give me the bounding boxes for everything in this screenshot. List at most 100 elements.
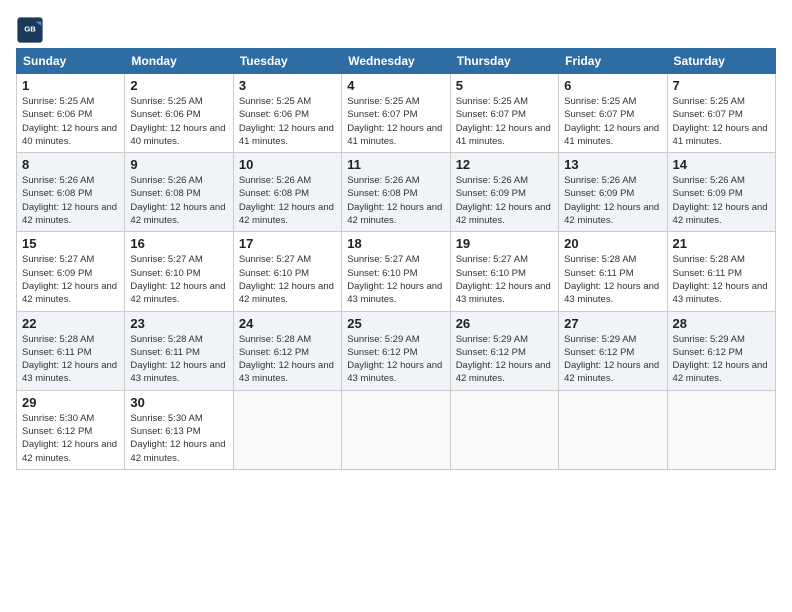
header: GB: [16, 16, 776, 44]
calendar-cell: 17 Sunrise: 5:27 AM Sunset: 6:10 PM Dayl…: [233, 232, 341, 311]
day-detail: Sunrise: 5:25 AM Sunset: 6:07 PM Dayligh…: [564, 95, 661, 148]
calendar-cell: 13 Sunrise: 5:26 AM Sunset: 6:09 PM Dayl…: [559, 153, 667, 232]
day-number: 8: [22, 157, 119, 172]
day-detail: Sunrise: 5:28 AM Sunset: 6:11 PM Dayligh…: [564, 253, 661, 306]
day-detail: Sunrise: 5:25 AM Sunset: 6:06 PM Dayligh…: [22, 95, 119, 148]
calendar-week-5: 29 Sunrise: 5:30 AM Sunset: 6:12 PM Dayl…: [17, 390, 776, 469]
weekday-header-friday: Friday: [559, 49, 667, 74]
calendar-cell: 25 Sunrise: 5:29 AM Sunset: 6:12 PM Dayl…: [342, 311, 450, 390]
calendar-cell: [559, 390, 667, 469]
calendar-cell: 11 Sunrise: 5:26 AM Sunset: 6:08 PM Dayl…: [342, 153, 450, 232]
day-detail: Sunrise: 5:27 AM Sunset: 6:10 PM Dayligh…: [456, 253, 553, 306]
day-detail: Sunrise: 5:28 AM Sunset: 6:11 PM Dayligh…: [130, 333, 227, 386]
day-detail: Sunrise: 5:28 AM Sunset: 6:11 PM Dayligh…: [22, 333, 119, 386]
calendar-cell: 18 Sunrise: 5:27 AM Sunset: 6:10 PM Dayl…: [342, 232, 450, 311]
logo-icon: GB: [16, 16, 44, 44]
day-number: 19: [456, 236, 553, 251]
calendar-cell: 23 Sunrise: 5:28 AM Sunset: 6:11 PM Dayl…: [125, 311, 233, 390]
day-number: 17: [239, 236, 336, 251]
day-number: 6: [564, 78, 661, 93]
calendar-cell: 22 Sunrise: 5:28 AM Sunset: 6:11 PM Dayl…: [17, 311, 125, 390]
day-number: 30: [130, 395, 227, 410]
day-detail: Sunrise: 5:26 AM Sunset: 6:09 PM Dayligh…: [456, 174, 553, 227]
day-detail: Sunrise: 5:27 AM Sunset: 6:10 PM Dayligh…: [130, 253, 227, 306]
day-detail: Sunrise: 5:25 AM Sunset: 6:07 PM Dayligh…: [456, 95, 553, 148]
day-detail: Sunrise: 5:25 AM Sunset: 6:07 PM Dayligh…: [673, 95, 770, 148]
day-detail: Sunrise: 5:28 AM Sunset: 6:11 PM Dayligh…: [673, 253, 770, 306]
weekday-header-saturday: Saturday: [667, 49, 775, 74]
day-detail: Sunrise: 5:26 AM Sunset: 6:08 PM Dayligh…: [130, 174, 227, 227]
calendar-week-1: 1 Sunrise: 5:25 AM Sunset: 6:06 PM Dayli…: [17, 74, 776, 153]
calendar-week-4: 22 Sunrise: 5:28 AM Sunset: 6:11 PM Dayl…: [17, 311, 776, 390]
weekday-header-thursday: Thursday: [450, 49, 558, 74]
day-number: 28: [673, 316, 770, 331]
day-detail: Sunrise: 5:26 AM Sunset: 6:09 PM Dayligh…: [564, 174, 661, 227]
day-detail: Sunrise: 5:25 AM Sunset: 6:07 PM Dayligh…: [347, 95, 444, 148]
weekday-header-monday: Monday: [125, 49, 233, 74]
day-detail: Sunrise: 5:30 AM Sunset: 6:13 PM Dayligh…: [130, 412, 227, 465]
calendar-cell: 5 Sunrise: 5:25 AM Sunset: 6:07 PM Dayli…: [450, 74, 558, 153]
day-number: 29: [22, 395, 119, 410]
calendar-cell: 16 Sunrise: 5:27 AM Sunset: 6:10 PM Dayl…: [125, 232, 233, 311]
day-number: 14: [673, 157, 770, 172]
calendar-cell: [667, 390, 775, 469]
calendar-cell: 26 Sunrise: 5:29 AM Sunset: 6:12 PM Dayl…: [450, 311, 558, 390]
day-detail: Sunrise: 5:27 AM Sunset: 6:09 PM Dayligh…: [22, 253, 119, 306]
day-detail: Sunrise: 5:29 AM Sunset: 6:12 PM Dayligh…: [673, 333, 770, 386]
day-detail: Sunrise: 5:29 AM Sunset: 6:12 PM Dayligh…: [456, 333, 553, 386]
weekday-header-tuesday: Tuesday: [233, 49, 341, 74]
day-number: 5: [456, 78, 553, 93]
day-number: 20: [564, 236, 661, 251]
day-number: 10: [239, 157, 336, 172]
day-number: 16: [130, 236, 227, 251]
calendar-cell: 1 Sunrise: 5:25 AM Sunset: 6:06 PM Dayli…: [17, 74, 125, 153]
weekday-header-wednesday: Wednesday: [342, 49, 450, 74]
calendar-cell: 24 Sunrise: 5:28 AM Sunset: 6:12 PM Dayl…: [233, 311, 341, 390]
day-number: 1: [22, 78, 119, 93]
calendar-cell: 10 Sunrise: 5:26 AM Sunset: 6:08 PM Dayl…: [233, 153, 341, 232]
day-detail: Sunrise: 5:28 AM Sunset: 6:12 PM Dayligh…: [239, 333, 336, 386]
day-number: 7: [673, 78, 770, 93]
day-number: 18: [347, 236, 444, 251]
calendar-cell: 6 Sunrise: 5:25 AM Sunset: 6:07 PM Dayli…: [559, 74, 667, 153]
calendar-cell: 2 Sunrise: 5:25 AM Sunset: 6:06 PM Dayli…: [125, 74, 233, 153]
calendar-cell: [450, 390, 558, 469]
calendar-cell: 21 Sunrise: 5:28 AM Sunset: 6:11 PM Dayl…: [667, 232, 775, 311]
day-detail: Sunrise: 5:27 AM Sunset: 6:10 PM Dayligh…: [239, 253, 336, 306]
calendar-cell: 30 Sunrise: 5:30 AM Sunset: 6:13 PM Dayl…: [125, 390, 233, 469]
day-number: 9: [130, 157, 227, 172]
weekday-header-row: SundayMondayTuesdayWednesdayThursdayFrid…: [17, 49, 776, 74]
calendar-cell: 14 Sunrise: 5:26 AM Sunset: 6:09 PM Dayl…: [667, 153, 775, 232]
day-number: 3: [239, 78, 336, 93]
day-detail: Sunrise: 5:29 AM Sunset: 6:12 PM Dayligh…: [347, 333, 444, 386]
day-detail: Sunrise: 5:26 AM Sunset: 6:09 PM Dayligh…: [673, 174, 770, 227]
day-detail: Sunrise: 5:30 AM Sunset: 6:12 PM Dayligh…: [22, 412, 119, 465]
day-number: 23: [130, 316, 227, 331]
calendar-week-3: 15 Sunrise: 5:27 AM Sunset: 6:09 PM Dayl…: [17, 232, 776, 311]
calendar-cell: 9 Sunrise: 5:26 AM Sunset: 6:08 PM Dayli…: [125, 153, 233, 232]
day-number: 12: [456, 157, 553, 172]
day-detail: Sunrise: 5:26 AM Sunset: 6:08 PM Dayligh…: [239, 174, 336, 227]
day-number: 26: [456, 316, 553, 331]
calendar-cell: 29 Sunrise: 5:30 AM Sunset: 6:12 PM Dayl…: [17, 390, 125, 469]
calendar-cell: [342, 390, 450, 469]
day-number: 24: [239, 316, 336, 331]
svg-text:GB: GB: [24, 24, 36, 33]
day-number: 13: [564, 157, 661, 172]
calendar-week-2: 8 Sunrise: 5:26 AM Sunset: 6:08 PM Dayli…: [17, 153, 776, 232]
calendar-cell: 15 Sunrise: 5:27 AM Sunset: 6:09 PM Dayl…: [17, 232, 125, 311]
day-number: 21: [673, 236, 770, 251]
calendar-cell: 27 Sunrise: 5:29 AM Sunset: 6:12 PM Dayl…: [559, 311, 667, 390]
day-number: 2: [130, 78, 227, 93]
day-detail: Sunrise: 5:26 AM Sunset: 6:08 PM Dayligh…: [22, 174, 119, 227]
calendar-cell: 12 Sunrise: 5:26 AM Sunset: 6:09 PM Dayl…: [450, 153, 558, 232]
weekday-header-sunday: Sunday: [17, 49, 125, 74]
calendar-cell: 8 Sunrise: 5:26 AM Sunset: 6:08 PM Dayli…: [17, 153, 125, 232]
calendar-cell: 3 Sunrise: 5:25 AM Sunset: 6:06 PM Dayli…: [233, 74, 341, 153]
day-detail: Sunrise: 5:26 AM Sunset: 6:08 PM Dayligh…: [347, 174, 444, 227]
calendar-table: SundayMondayTuesdayWednesdayThursdayFrid…: [16, 48, 776, 470]
day-detail: Sunrise: 5:29 AM Sunset: 6:12 PM Dayligh…: [564, 333, 661, 386]
day-number: 22: [22, 316, 119, 331]
day-number: 25: [347, 316, 444, 331]
calendar-cell: 19 Sunrise: 5:27 AM Sunset: 6:10 PM Dayl…: [450, 232, 558, 311]
